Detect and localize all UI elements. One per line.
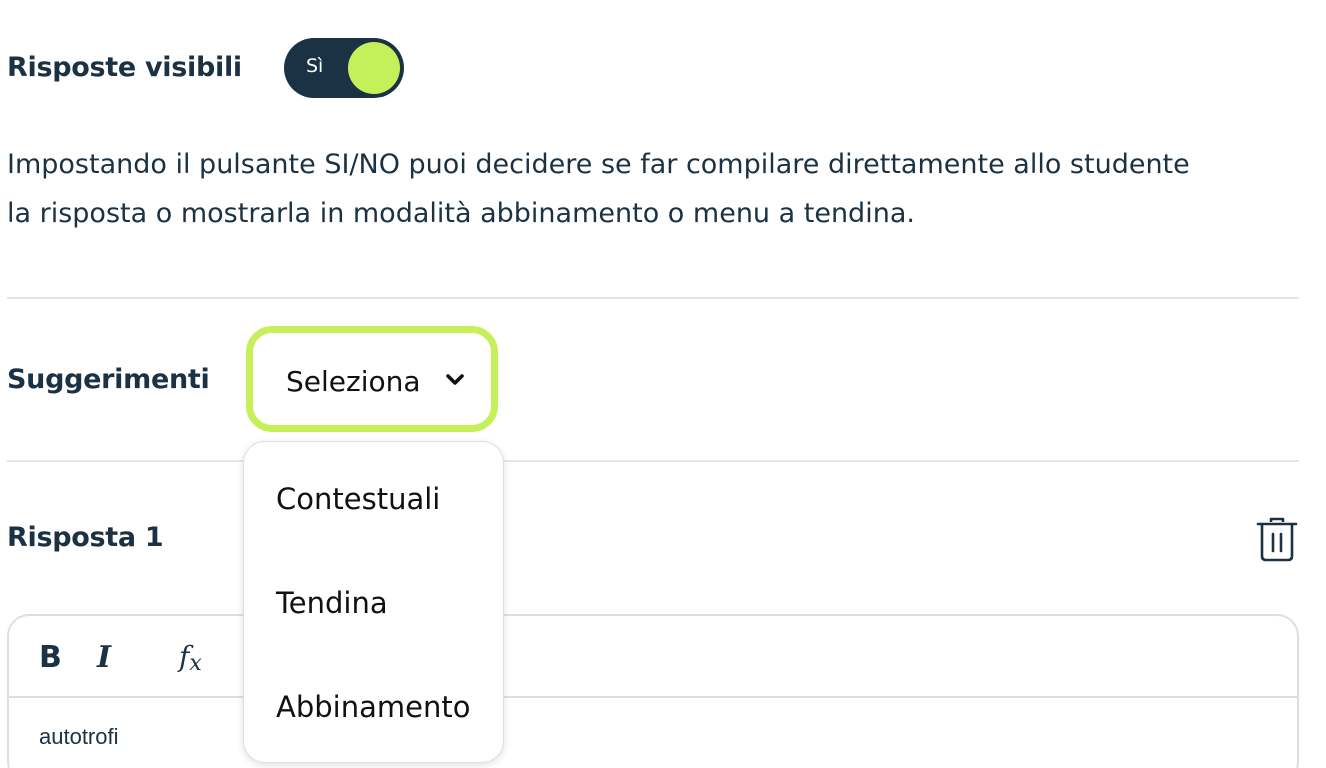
hints-dropdown-menu: Contestuali Tendina Abbinamento [243, 441, 504, 763]
formula-f: f [179, 640, 190, 673]
menu-item-contestuali[interactable]: Contestuali [276, 482, 440, 516]
divider [7, 297, 1299, 299]
bold-button[interactable]: B [39, 640, 62, 675]
answer-label: Risposta 1 [7, 522, 164, 553]
menu-item-tendina[interactable]: Tendina [276, 586, 388, 620]
visibility-toggle[interactable]: Sì [284, 38, 404, 98]
visibility-label: Risposte visibili [7, 52, 242, 83]
hints-select[interactable]: Seleziona [246, 326, 498, 432]
description-line-2: la risposta o mostrarla in modalità abbi… [7, 198, 915, 229]
answer-editor: B I fx autotrofi [7, 614, 1299, 768]
trash-icon[interactable] [1256, 516, 1298, 562]
chevron-down-icon [446, 374, 464, 385]
divider [7, 460, 1299, 462]
editor-content[interactable]: autotrofi [39, 724, 119, 750]
formula-button[interactable]: fx [179, 640, 202, 676]
editor-toolbar: B I fx [9, 616, 1297, 698]
hints-select-value: Seleziona [286, 365, 421, 398]
description: Impostando il pulsante SI/NO puoi decide… [7, 140, 1307, 238]
menu-item-abbinamento[interactable]: Abbinamento [276, 690, 470, 724]
toggle-knob [348, 42, 400, 94]
toggle-text: Sì [306, 55, 324, 77]
description-line-1: Impostando il pulsante SI/NO puoi decide… [7, 149, 1190, 180]
formula-x: x [189, 651, 202, 676]
hints-label: Suggerimenti [7, 364, 210, 395]
page: Risposte visibili Sì Impostando il pulsa… [0, 0, 1326, 768]
italic-button[interactable]: I [97, 640, 111, 675]
